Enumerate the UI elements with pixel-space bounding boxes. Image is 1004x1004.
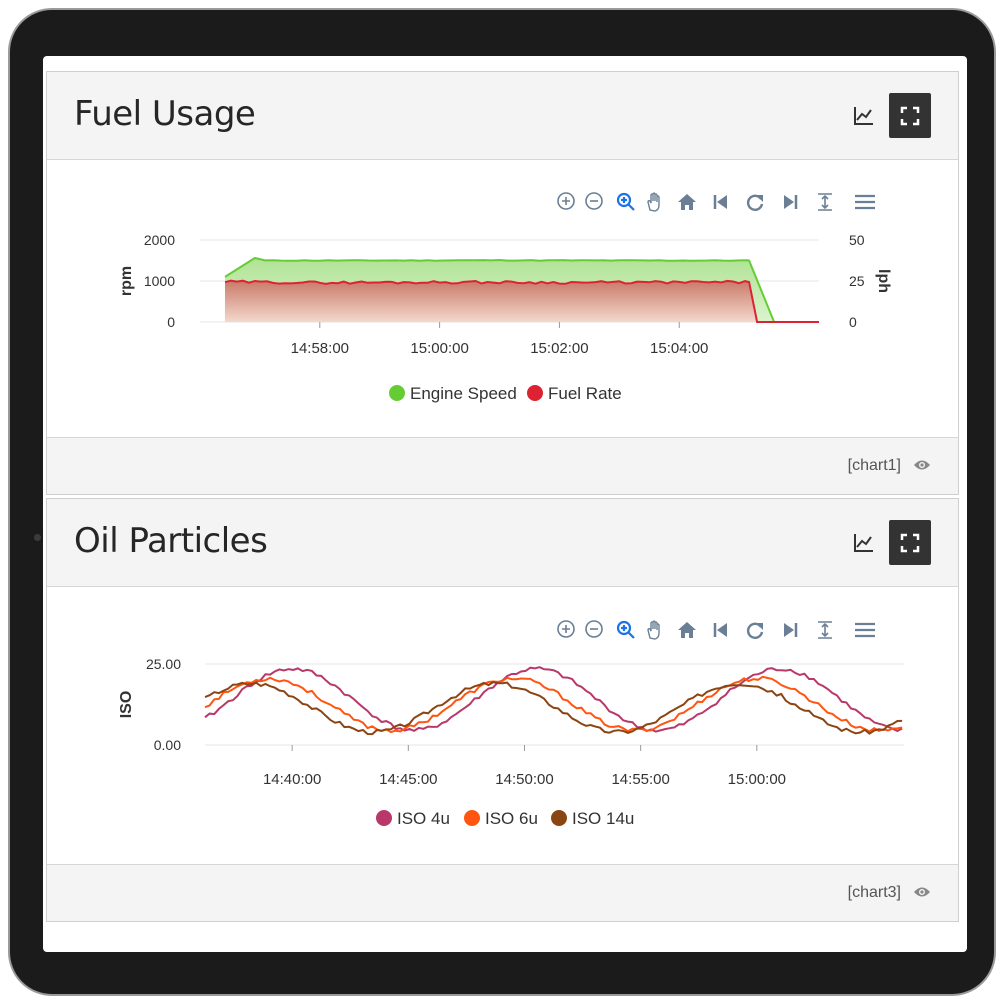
legend-marker [376,810,392,826]
series-line[interactable] [204,666,903,733]
y-right-axis-label: lph [875,269,892,293]
fuel-rate-area [224,280,820,322]
camera-dot [34,534,41,541]
zoom-out-icon[interactable] [585,192,603,210]
pan-icon[interactable] [647,620,660,640]
oil-particles-chart: 25.00 0.00 ISO 14:40:00 14:45:00 14:50:00 14:5… [118,620,904,828]
x-tick-label: 14:55:00 [611,771,669,788]
selection-zoom-icon[interactable] [616,620,635,639]
legend-marker [527,385,543,401]
legend-item[interactable]: ISO 6u [464,809,538,828]
x-tick-label: 14:58:00 [291,340,349,357]
y-right-tick-label: 50 [849,232,865,248]
x-tick-label: 14:50:00 [495,771,553,788]
y-right-tick-label: 25 [849,273,865,289]
zoom-out-icon[interactable] [585,620,603,638]
home-icon[interactable] [678,194,696,210]
pan-icon[interactable] [647,192,660,212]
x-tick-label: 15:02:00 [530,340,588,357]
x-tick-label: 14:45:00 [379,771,437,788]
legend-marker [551,810,567,826]
fuel-usage-chart: 2000 1000 0 50 25 0 rpm lph 14:58:00 15:00:00 15:0… [118,192,892,403]
skip-back-icon[interactable] [713,195,727,209]
skip-back-icon[interactable] [713,623,727,637]
legend-item[interactable]: Engine Speed [389,384,517,403]
x-tick-label: 15:04:00 [650,340,708,357]
eye-icon[interactable] [913,458,931,472]
eye-icon[interactable] [913,885,931,899]
menu-icon[interactable] [855,194,875,210]
chart-id-label: [chart3] [847,884,901,901]
y-left-axis-label: ISO [118,691,135,719]
legend-label: Fuel Rate [548,384,622,403]
home-icon[interactable] [678,622,696,638]
y-right-tick-label: 0 [849,314,857,330]
autoscale-icon[interactable] [818,621,832,639]
legend-label: Engine Speed [410,384,517,403]
y-left-tick-label: 2000 [144,232,175,248]
zoom-in-icon[interactable] [557,620,575,638]
skip-forward-icon[interactable] [784,195,798,209]
panel-footer: [chart1] [47,437,958,494]
y-left-tick-label: 25.00 [146,656,181,672]
panel-footer: [chart3] [47,864,958,921]
x-tick-label: 15:00:00 [728,771,786,788]
selection-zoom-icon[interactable] [616,192,635,211]
y-left-tick-label: 0 [167,314,175,330]
legend-label: ISO 4u [397,809,450,828]
y-left-tick-label: 0.00 [154,737,181,753]
legend-item[interactable]: ISO 14u [551,809,634,828]
legend-item[interactable]: ISO 4u [376,809,450,828]
oil-particles-panel: Oil Particles 25.00 0.00 ISO 14:40:00 14:45:… [46,498,959,922]
dashboard-screen: Fuel Usage 2000 1000 0 50 25 0 rpm lph 14:58:00 1… [43,56,967,952]
x-tick-label: 14:40:00 [263,771,321,788]
autoscale-icon[interactable] [818,193,832,211]
series-line[interactable] [204,675,903,734]
menu-icon[interactable] [855,622,875,638]
chart-id-label: [chart1] [847,457,901,474]
x-tick-label: 15:00:00 [410,340,468,357]
legend-label: ISO 6u [485,809,538,828]
y-left-tick-label: 1000 [144,273,175,289]
legend-marker [464,810,480,826]
legend-label: ISO 14u [572,809,634,828]
zoom-in-icon[interactable] [557,192,575,210]
reset-icon[interactable] [746,194,764,211]
reset-icon[interactable] [746,622,764,639]
legend-marker [389,385,405,401]
legend-item[interactable]: Fuel Rate [527,384,622,403]
skip-forward-icon[interactable] [784,623,798,637]
y-left-axis-label: rpm [118,266,135,296]
fuel-usage-panel: Fuel Usage 2000 1000 0 50 25 0 rpm lph 14:58:00 1… [46,71,959,495]
